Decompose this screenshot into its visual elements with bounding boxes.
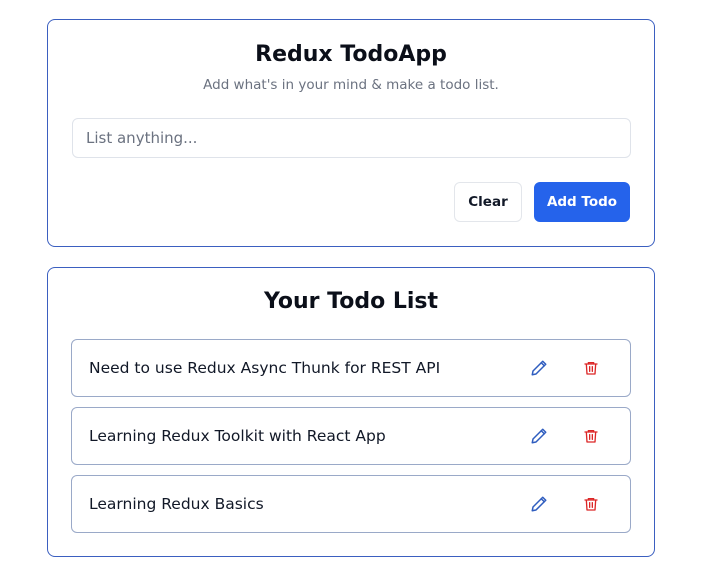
trash-icon[interactable] (581, 494, 601, 514)
pencil-icon[interactable] (529, 494, 549, 514)
todo-input[interactable] (72, 118, 631, 158)
todo-item-text: Need to use Redux Async Thunk for REST A… (89, 359, 441, 377)
trash-icon[interactable] (581, 358, 601, 378)
app-title: Redux TodoApp (255, 42, 447, 67)
todo-item: Learning Redux Toolkit with React App (71, 407, 631, 465)
pencil-icon[interactable] (529, 426, 549, 446)
trash-icon[interactable] (581, 426, 601, 446)
pencil-icon[interactable] (529, 358, 549, 378)
todo-item-text: Learning Redux Basics (89, 495, 264, 513)
todo-item-text: Learning Redux Toolkit with React App (89, 427, 386, 445)
todo-list-title: Your Todo List (263, 289, 439, 314)
app-subtitle: Add what's in your mind & make a todo li… (203, 77, 499, 93)
todo-list-card: Your Todo List Need to use Redux Async T… (47, 267, 655, 557)
clear-button[interactable]: Clear (454, 182, 522, 222)
todo-item: Learning Redux Basics (71, 475, 631, 533)
todo-item: Need to use Redux Async Thunk for REST A… (71, 339, 631, 397)
add-todo-card: Redux TodoApp Add what's in your mind & … (47, 19, 655, 247)
add-todo-button[interactable]: Add Todo (534, 182, 630, 222)
